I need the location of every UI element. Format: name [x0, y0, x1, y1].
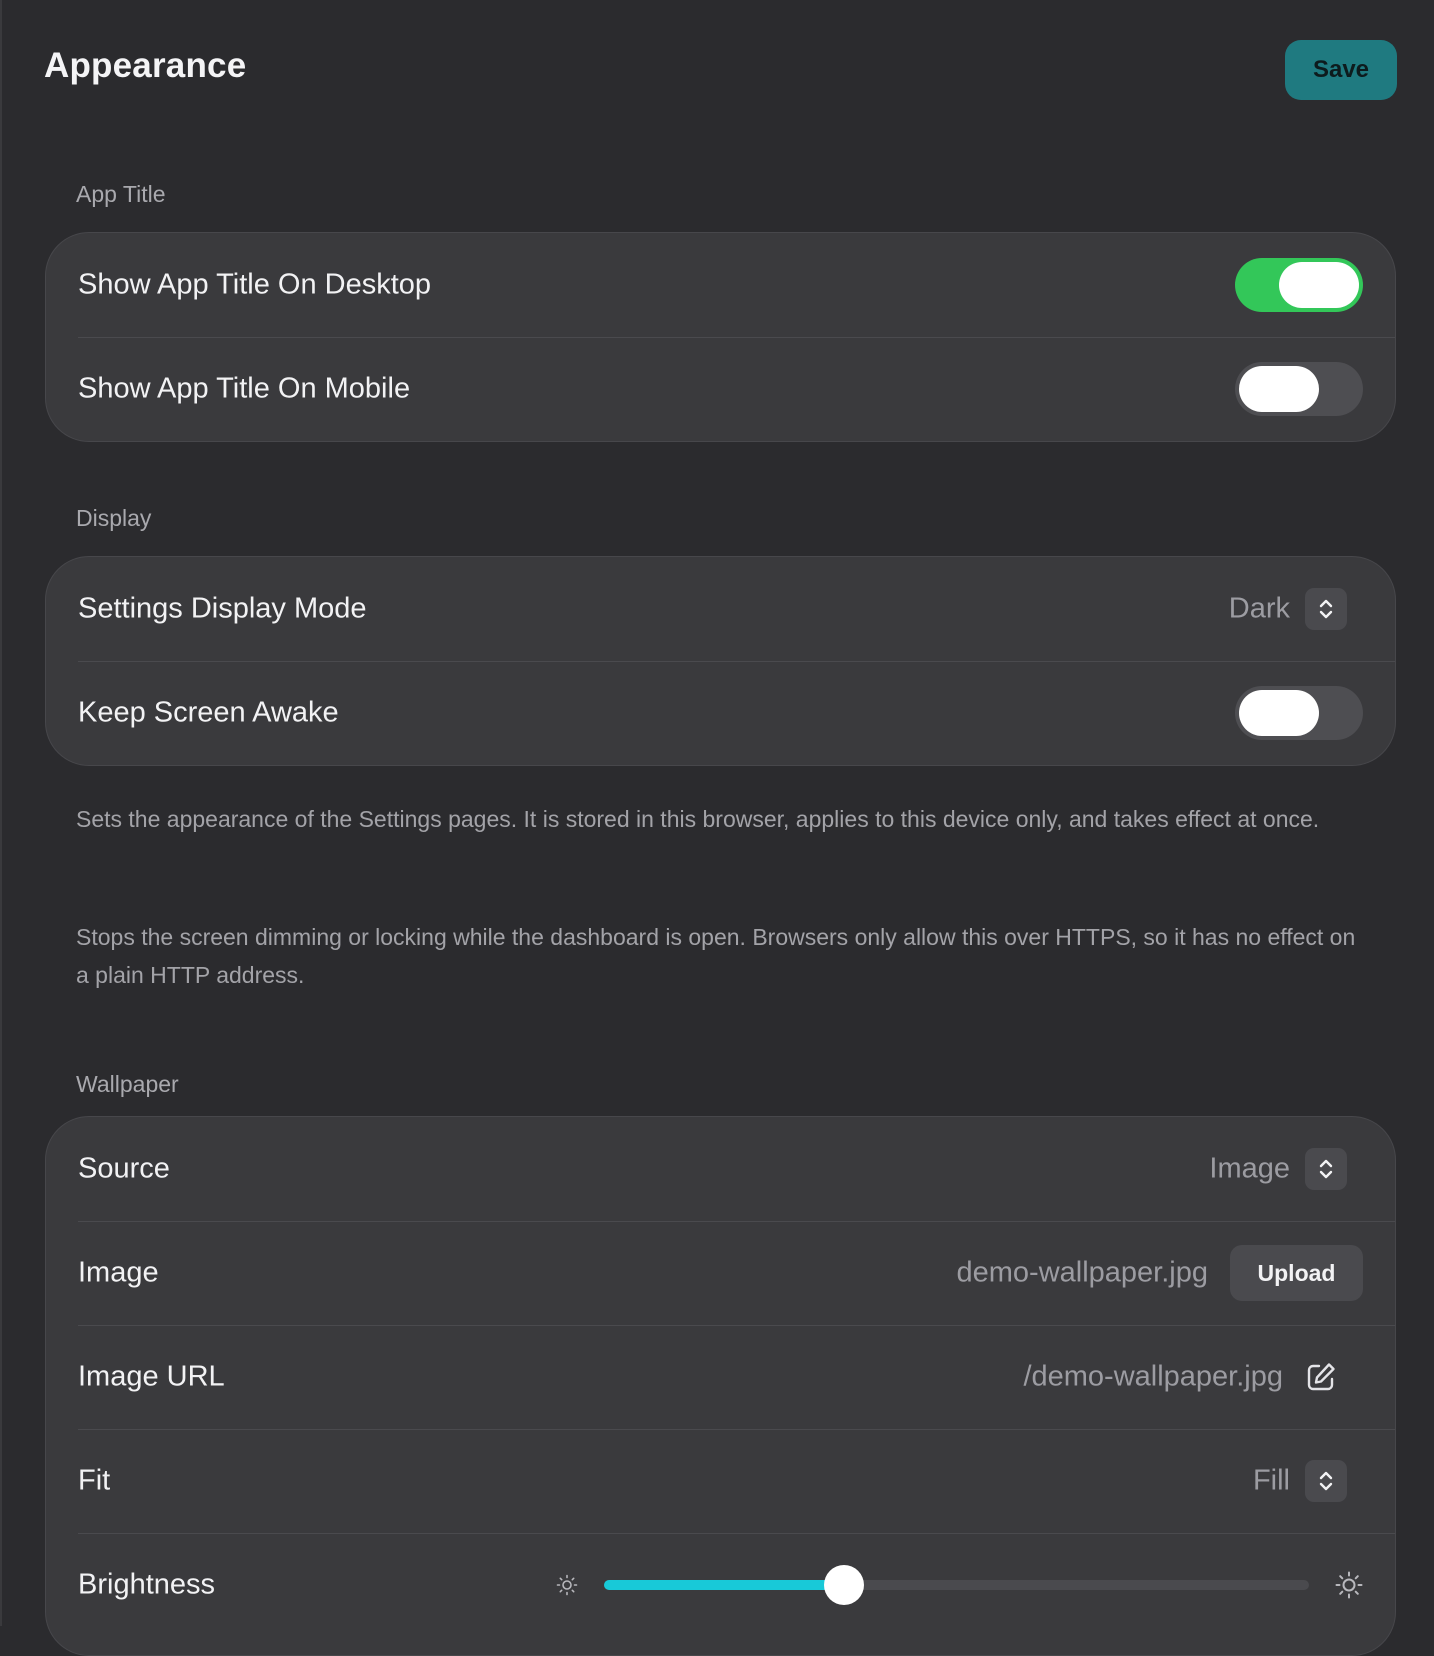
keep-screen-awake-toggle[interactable]: [1235, 686, 1363, 740]
row-show-title-desktop: Show App Title On Desktop: [46, 233, 1395, 337]
display-mode-select[interactable]: [1305, 588, 1347, 630]
section-label-wallpaper: Wallpaper: [76, 1071, 179, 1097]
fit-select[interactable]: [1305, 1460, 1347, 1502]
upload-button[interactable]: Upload: [1230, 1245, 1363, 1301]
appearance-page: Appearance Save App Title Show App Title…: [0, 0, 1434, 1656]
source-select[interactable]: [1305, 1148, 1347, 1190]
edit-icon[interactable]: [1305, 1361, 1337, 1393]
show-title-mobile-toggle[interactable]: [1235, 362, 1363, 416]
section-label-display: Display: [76, 505, 152, 531]
row-label: Source: [78, 1152, 170, 1185]
sun-small-icon: [556, 1574, 578, 1596]
keep-awake-help-text: Stops the screen dimming or locking whil…: [76, 924, 1356, 988]
source-value[interactable]: Image: [1209, 1153, 1290, 1186]
image-filename: demo-wallpaper.jpg: [956, 1256, 1208, 1289]
row-label: Brightness: [78, 1568, 216, 1601]
display-mode-value[interactable]: Dark: [1229, 593, 1290, 626]
app-title-card: Show App Title On Desktop Show App Title…: [45, 232, 1396, 442]
sun-large-icon: [1335, 1571, 1363, 1599]
chevron-up-down-icon: [1319, 1471, 1333, 1491]
display-card: Settings Display Mode Dark Keep Screen A…: [45, 556, 1396, 766]
row-label: Show App Title On Mobile: [78, 372, 411, 405]
show-title-desktop-toggle[interactable]: [1235, 258, 1363, 312]
row-label: Image: [78, 1256, 159, 1289]
brightness-slider-thumb[interactable]: [823, 1565, 864, 1605]
row-settings-display-mode: Settings Display Mode Dark: [46, 557, 1395, 661]
chevron-up-down-icon: [1319, 599, 1333, 619]
brightness-slider-fill: [604, 1580, 844, 1590]
image-url-value: /demo-wallpaper.jpg: [1023, 1360, 1283, 1393]
header: Appearance Save: [2, 0, 1434, 140]
row-image-url: Image URL /demo-wallpaper.jpg: [46, 1325, 1395, 1429]
wallpaper-card: Source Image Image demo-wallpaper.jpg Up…: [45, 1116, 1396, 1656]
fit-value[interactable]: Fill: [1253, 1465, 1290, 1498]
row-label: Fit: [78, 1464, 111, 1497]
row-label: Settings Display Mode: [78, 592, 367, 625]
page-title: Appearance: [44, 46, 247, 85]
row-fit: Fit Fill: [46, 1429, 1395, 1533]
row-label: Image URL: [78, 1360, 225, 1393]
save-button[interactable]: Save: [1285, 40, 1397, 100]
row-show-title-mobile: Show App Title On Mobile: [46, 337, 1395, 441]
row-label: Keep Screen Awake: [78, 696, 339, 729]
toggle-knob: [1279, 262, 1359, 308]
section-label-app-title: App Title: [76, 181, 166, 207]
toggle-knob: [1239, 366, 1319, 412]
row-source: Source Image: [46, 1117, 1395, 1221]
brightness-slider-track[interactable]: [604, 1565, 1309, 1605]
chevron-up-down-icon: [1319, 1159, 1333, 1179]
toggle-knob: [1239, 690, 1319, 736]
brightness-slider: [556, 1565, 1363, 1605]
display-mode-help-text: Sets the appearance of the Settings page…: [76, 806, 1320, 832]
row-brightness: Brightness: [46, 1533, 1395, 1637]
row-image: Image demo-wallpaper.jpg Upload: [46, 1221, 1395, 1325]
row-label: Show App Title On Desktop: [78, 268, 432, 301]
row-keep-screen-awake: Keep Screen Awake: [46, 661, 1395, 765]
